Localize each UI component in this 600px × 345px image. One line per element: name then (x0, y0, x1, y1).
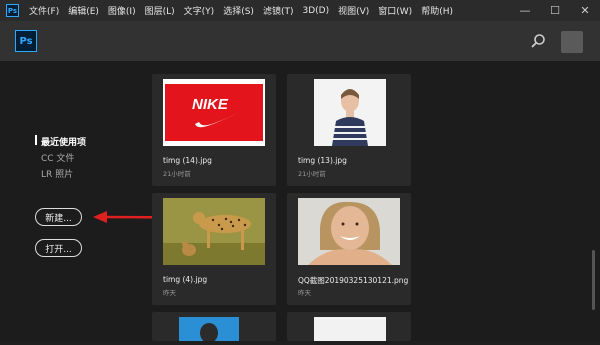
file-thumbnail (163, 198, 265, 265)
file-name: QQ截图20190325130121.png (298, 276, 409, 285)
recent-file-card[interactable]: QQ截图20190325130121.png 昨天 (287, 193, 411, 305)
recent-file-card[interactable]: timg (4).jpg 昨天 (152, 193, 276, 305)
file-thumbnail (314, 317, 386, 341)
file-time: 昨天 (298, 289, 311, 297)
file-thumbnail: NIKE (163, 79, 265, 146)
recent-file-card[interactable] (152, 312, 276, 343)
nike-swoosh-icon (195, 112, 241, 128)
file-name: timg (4).jpg (163, 275, 208, 284)
file-name: timg (14).jpg (163, 156, 212, 165)
recent-file-card[interactable]: NIKE timg (14).jpg 21小时前 (152, 74, 276, 186)
cheetah-photo (163, 198, 265, 265)
recent-file-card[interactable] (287, 312, 411, 341)
portrait-photo (298, 198, 400, 265)
file-name: timg (13).jpg (298, 156, 347, 165)
file-thumbnail (314, 79, 386, 146)
file-time: 21小时前 (163, 170, 191, 178)
scrollbar[interactable] (592, 250, 595, 310)
recent-file-card[interactable]: timg (13).jpg 21小时前 (287, 74, 411, 186)
file-time: 21小时前 (298, 170, 326, 178)
file-thumbnail (298, 198, 400, 265)
portrait-photo (332, 89, 368, 146)
id-photo (200, 323, 218, 343)
file-time: 昨天 (163, 289, 176, 297)
file-thumbnail (179, 317, 239, 343)
